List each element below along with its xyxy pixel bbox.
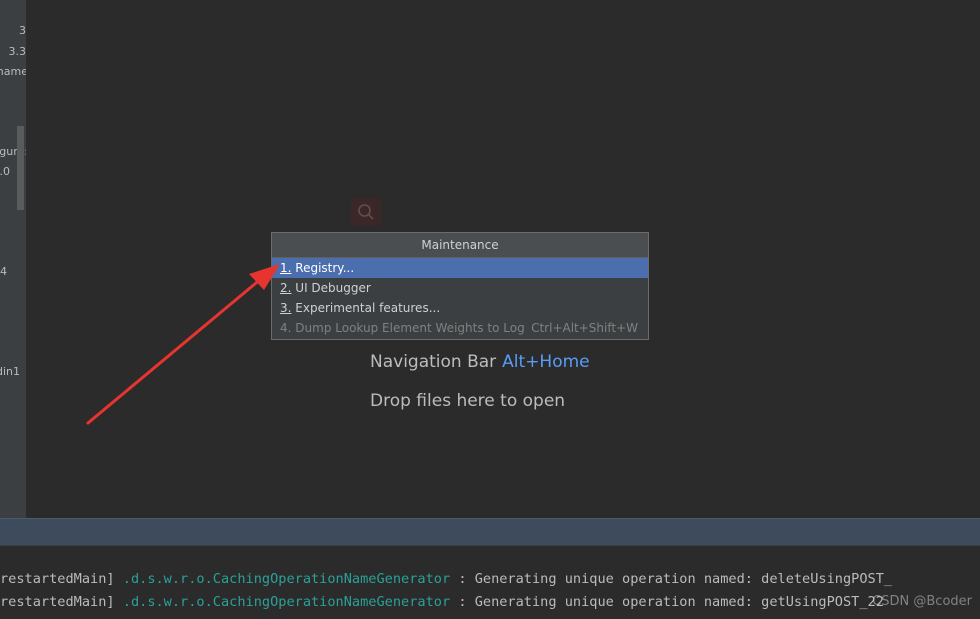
project-tree-fragment[interactable]: 4	[0, 265, 7, 278]
project-tool-window: 3 3.3 name gure: .0 4 din1	[0, 0, 26, 518]
watermark: CSDN @Bcoder	[872, 594, 972, 609]
project-tree-fragment[interactable]: din1	[0, 365, 20, 378]
menu-item-label: Dump Lookup Element Weights to Log	[295, 321, 525, 335]
navigation-bar-shortcut[interactable]: Alt+Home	[502, 352, 589, 372]
popup-title: Maintenance	[272, 233, 648, 258]
console-log-line: restartedMain] .d.s.w.r.o.CachingOperati…	[0, 594, 884, 610]
project-tree-fragment[interactable]: 3.3	[9, 45, 27, 58]
menu-item-label: Registry...	[295, 261, 355, 275]
project-scrollbar[interactable]	[17, 126, 24, 210]
menu-item-number: 3.	[280, 301, 292, 315]
navigation-bar-hint: Navigation Bar Alt+Home	[370, 352, 590, 372]
menu-item-number: 4.	[280, 321, 292, 335]
log-thread: restartedMain]	[0, 571, 115, 587]
menu-item-label: UI Debugger	[295, 281, 371, 295]
project-tree-fragment[interactable]: 3	[19, 24, 26, 37]
navigation-bar-label: Navigation Bar	[370, 352, 497, 372]
log-message: : Generating unique operation named: del…	[458, 571, 893, 587]
log-message: : Generating unique operation named: get…	[458, 594, 884, 610]
run-tool-window-header[interactable]	[0, 518, 980, 545]
menu-item-dump-lookup-weights: 4. Dump Lookup Element Weights to Log Ct…	[272, 318, 648, 338]
console-log-line: restartedMain] .d.s.w.r.o.CachingOperati…	[0, 571, 892, 587]
maintenance-popup: Maintenance 1. Registry... 2. UI Debugge…	[271, 232, 649, 340]
menu-item-shortcut: Ctrl+Alt+Shift+W	[531, 321, 638, 335]
menu-item-experimental-features[interactable]: 3. Experimental features...	[272, 298, 648, 318]
search-everywhere-button[interactable]	[351, 198, 381, 226]
menu-item-label: Experimental features...	[295, 301, 441, 315]
project-tree-fragment[interactable]: .0	[0, 165, 10, 178]
log-logger[interactable]: .d.s.w.r.o.CachingOperationNameGenerator	[123, 571, 450, 587]
menu-item-ui-debugger[interactable]: 2. UI Debugger	[272, 278, 648, 298]
menu-item-number: 1.	[280, 261, 292, 275]
log-thread: restartedMain]	[0, 594, 115, 610]
log-logger[interactable]: .d.s.w.r.o.CachingOperationNameGenerator	[123, 594, 450, 610]
menu-item-number: 2.	[280, 281, 292, 295]
run-console[interactable]: restartedMain] .d.s.w.r.o.CachingOperati…	[0, 545, 980, 619]
project-tree-fragment[interactable]: name	[0, 65, 26, 78]
drop-files-hint: Drop files here to open	[370, 391, 566, 411]
menu-item-registry[interactable]: 1. Registry...	[272, 258, 648, 278]
search-icon	[358, 204, 374, 220]
